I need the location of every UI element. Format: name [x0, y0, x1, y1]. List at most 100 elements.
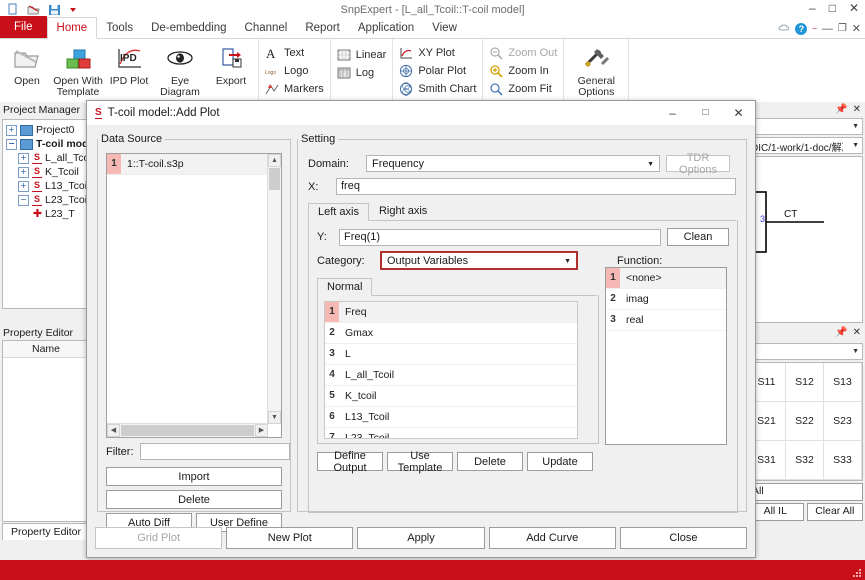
list-item[interactable]: 2 Gmax	[325, 323, 577, 344]
dialog-minimize-button[interactable]: –	[656, 101, 689, 125]
ribbon-tab-channel[interactable]: Channel	[236, 18, 297, 38]
use-template-button[interactable]: Use Template	[387, 450, 453, 474]
matrix-cell-s22[interactable]: S22	[786, 402, 824, 441]
select-all-button[interactable]: All	[747, 483, 863, 501]
tree-expander-icon[interactable]: +	[18, 152, 29, 164]
tree-node-project0[interactable]: + Project0	[6, 123, 89, 137]
ribbon-tab-application[interactable]: Application	[349, 18, 423, 38]
grid-plot-button[interactable]: Grid Plot	[95, 527, 223, 549]
data-source-horizontal-scrollbar[interactable]: ◀ ▶	[107, 423, 268, 437]
list-item[interactable]: 1 <none>	[606, 268, 726, 289]
apply-button[interactable]: Apply	[357, 527, 485, 549]
ribbon-tab-file[interactable]: File	[0, 16, 47, 38]
ribbon-tab-view[interactable]: View	[423, 18, 466, 38]
pin-icon[interactable]: 📌	[835, 104, 847, 115]
window-maximize-button[interactable]: □	[829, 2, 836, 14]
tree-node-l23-tcoil[interactable]: − S L23_Tcoi	[6, 193, 89, 207]
data-source-list[interactable]: 1 1::T-coil.s3p ▲ ▼ ◀ ▶	[106, 153, 282, 438]
scroll-thumb-horizontal[interactable]	[121, 425, 254, 436]
y-input[interactable]	[339, 228, 661, 246]
list-item[interactable]: 3 L	[325, 344, 577, 365]
matrix-cell-s33[interactable]: S33	[824, 441, 862, 480]
ribbon-button-text[interactable]: A Text	[265, 45, 304, 61]
delete-datasource-button[interactable]: Delete	[106, 490, 282, 509]
tab-right-axis[interactable]: Right axis	[369, 202, 437, 220]
pin-icon[interactable]: 📌	[835, 327, 847, 338]
data-source-vertical-scrollbar[interactable]: ▲	[267, 154, 281, 424]
list-item[interactable]: 5 K_tcoil	[325, 386, 577, 407]
ribbon-tab-report[interactable]: Report	[296, 18, 349, 38]
ribbon-button-open-with-template[interactable]: Open With Template	[50, 42, 106, 98]
tab-normal[interactable]: Normal	[317, 278, 373, 296]
tree-node-k-tcoil[interactable]: + S K_Tcoil	[6, 165, 89, 179]
scroll-right-icon[interactable]: ▶	[255, 424, 268, 437]
ribbon-button-eye-diagram[interactable]: Eye Diagram	[152, 42, 208, 98]
scroll-left-icon[interactable]: ◀	[107, 424, 120, 437]
ribbon-tab-de-embedding[interactable]: De-embedding	[142, 18, 235, 38]
ribbon-tab-tools[interactable]: Tools	[97, 18, 142, 38]
dialog-title-bar[interactable]: S T-coil model::Add Plot – □ ✕	[87, 101, 755, 125]
tab-left-axis[interactable]: Left axis	[308, 203, 369, 221]
resize-grip-icon[interactable]	[852, 568, 862, 578]
window-close-button[interactable]: ✕	[849, 2, 859, 14]
ribbon-button-ipd-plot[interactable]: IPD IPD Plot	[106, 42, 152, 87]
tree-expander-icon[interactable]: −	[6, 138, 17, 150]
cloud-icon[interactable]	[778, 23, 790, 35]
list-item[interactable]: 3 real	[606, 310, 726, 331]
tdr-options-button[interactable]: TDR Options	[666, 152, 730, 176]
customize-qat-icon[interactable]	[69, 3, 77, 16]
ribbon-button-export[interactable]: Export	[208, 42, 254, 87]
ribbon-button-zoom-fit[interactable]: Zoom Fit	[489, 81, 552, 97]
add-curve-button[interactable]: Add Curve	[488, 527, 616, 549]
tree-expander-icon[interactable]: +	[18, 166, 29, 178]
ribbon-tab-home[interactable]: Home	[46, 17, 98, 39]
ribbon-button-smith-chart[interactable]: Smith Chart	[399, 81, 476, 97]
tree-node-tcoil-model[interactable]: − T-coil mod	[6, 137, 89, 151]
list-item[interactable]: 1 1::T-coil.s3p	[107, 154, 281, 175]
category-dropdown[interactable]: Output Variables ▼	[380, 251, 578, 270]
ribbon-button-zoom-in[interactable]: Zoom In	[489, 63, 549, 79]
tree-expander-icon[interactable]: +	[6, 124, 17, 136]
matrix-cell-s23[interactable]: S23	[824, 402, 862, 441]
inner-maximize-button[interactable]: ❐	[838, 23, 847, 34]
ribbon-button-open[interactable]: Open	[4, 42, 50, 87]
ribbon-button-polar-plot[interactable]: Polar Plot	[399, 63, 466, 79]
ribbon-button-logo[interactable]: Logo Logo	[265, 63, 308, 79]
s-parameter-matrix[interactable]: S11 S12 S13 S21 S22 S23 S31 S32 S33	[747, 362, 863, 481]
new-plot-button[interactable]: New Plot	[226, 527, 354, 549]
project-tree[interactable]: + Project0 − T-coil mod + S L_all_Tco + …	[2, 119, 90, 309]
x-input[interactable]	[336, 178, 736, 195]
list-item[interactable]: 6 L13_Tcoil	[325, 407, 577, 428]
close-icon[interactable]: ✕	[853, 104, 861, 115]
ribbon-button-log[interactable]: Log	[337, 65, 374, 81]
dialog-close-button[interactable]: ✕	[722, 101, 755, 125]
tree-node-l-all-tcoil[interactable]: + S L_all_Tco	[6, 151, 89, 165]
property-editor-tab[interactable]: Property Editor	[2, 523, 90, 540]
schematic-canvas[interactable]: 3 CT	[747, 156, 863, 323]
save-icon[interactable]	[48, 3, 61, 16]
close-button[interactable]: Close	[619, 527, 748, 549]
dialog-maximize-button[interactable]: □	[689, 101, 722, 125]
ribbon-button-markers[interactable]: Markers	[265, 81, 324, 97]
scroll-up-icon[interactable]: ▲	[268, 154, 281, 167]
list-item[interactable]: 1 Freq	[325, 302, 577, 323]
s-parameter-selector-combo[interactable]: ▼	[747, 343, 863, 360]
filter-input[interactable]	[139, 443, 290, 460]
delete-variable-button[interactable]: Delete	[457, 452, 523, 471]
scroll-thumb[interactable]	[269, 168, 280, 190]
scroll-down-icon[interactable]: ▼	[268, 411, 281, 424]
ribbon-button-zoom-out[interactable]: Zoom Out	[489, 45, 557, 61]
tree-expander-icon[interactable]: +	[18, 180, 29, 192]
define-output-button[interactable]: Define Output	[317, 450, 383, 474]
clear-all-button[interactable]: Clear All	[806, 503, 863, 521]
ribbon-button-linear[interactable]: Linear	[337, 47, 386, 63]
tree-node-l23-curve[interactable]: ✚ L23_T	[6, 207, 89, 221]
list-item[interactable]: 2 imag	[606, 289, 726, 310]
ribbon-button-xy-plot[interactable]: XY Plot	[399, 45, 455, 61]
list-item[interactable]: 7 L23_Tcoil	[325, 428, 577, 438]
help-icon[interactable]: ?	[795, 22, 808, 35]
matrix-cell-s32[interactable]: S32	[786, 441, 824, 480]
variable-list[interactable]: 1 Freq 2 Gmax 3 L 4 L_all_Tcoil 5 K_tcoi…	[324, 301, 578, 439]
clean-button[interactable]: Clean	[667, 228, 729, 246]
schematic-path-combo[interactable]: DIC/1-work/1-doc/解决 ▼	[747, 137, 863, 154]
